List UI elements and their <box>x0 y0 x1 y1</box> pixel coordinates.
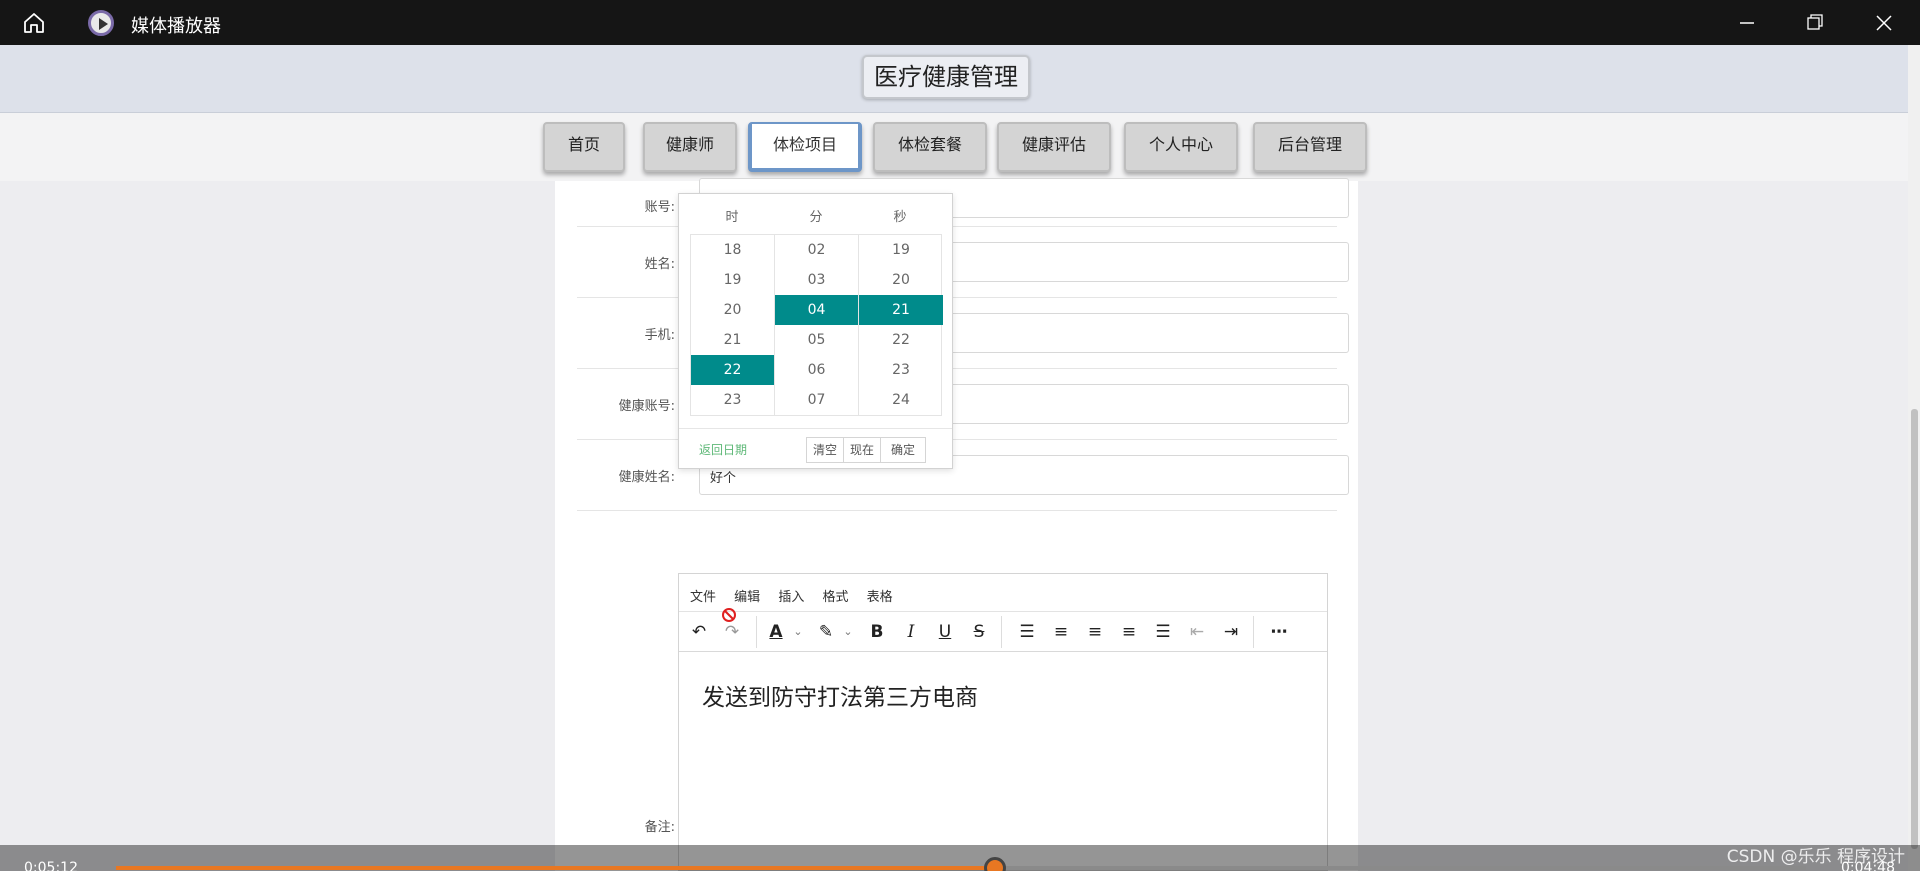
hour-header: 时 <box>725 210 739 225</box>
more-icon[interactable]: ⋯ <box>1267 620 1291 644</box>
undo-icon[interactable]: ↶ <box>687 620 711 644</box>
second-option[interactable]: 22 <box>859 325 943 355</box>
editor-menu-format[interactable]: 格式 <box>822 586 848 605</box>
editor-toolbar: ↶ ↷ A ⌄ ✎ ⌄ B I U S ☰ ≡ ≡ ≡ ☰ ⇤ ⇥ ⋯ <box>679 608 1327 652</box>
home-icon[interactable] <box>22 11 46 35</box>
hour-option[interactable]: 19 <box>691 265 774 295</box>
seek-bar-knob[interactable] <box>983 857 1006 871</box>
video-frame: 医疗健康管理 首页 健康师 体检项目 体检套餐 健康评估 个人中心 后台管理 账… <box>0 45 1920 871</box>
second-option[interactable]: 20 <box>859 265 943 295</box>
hour-option[interactable]: 18 <box>691 235 774 265</box>
minute-column[interactable]: 02 03 04 05 06 07 <box>775 235 859 415</box>
minute-option[interactable]: 02 <box>775 235 858 265</box>
toolbar-divider <box>756 616 757 648</box>
minute-option[interactable]: 05 <box>775 325 858 355</box>
redo-icon[interactable]: ↷ <box>720 620 744 644</box>
now-button[interactable]: 现在 <box>843 437 881 463</box>
minimize-button[interactable] <box>1732 8 1762 38</box>
hour-option[interactable]: 21 <box>691 325 774 355</box>
second-option[interactable]: 19 <box>859 235 943 265</box>
account-label: 账号: <box>644 200 675 215</box>
outdent-icon[interactable]: ⇤ <box>1185 620 1209 644</box>
minimize-icon <box>1740 22 1754 24</box>
page-scrollbar-thumb[interactable] <box>1911 409 1918 849</box>
bold-icon[interactable]: B <box>865 620 889 644</box>
editor-menu-insert[interactable]: 插入 <box>778 586 804 605</box>
italic-icon[interactable]: I <box>899 620 923 644</box>
second-option[interactable]: 24 <box>859 385 943 415</box>
site-title: 医疗健康管理 <box>862 55 1030 99</box>
phone-label: 手机: <box>644 328 675 343</box>
elapsed-time: 0:05:12 <box>24 860 78 871</box>
seek-bar[interactable] <box>116 857 1806 871</box>
minute-option[interactable]: 06 <box>775 355 858 385</box>
align-justify-icon[interactable]: ☰ <box>1151 620 1175 644</box>
restore-icon <box>1807 14 1823 30</box>
line-height-icon[interactable]: ☰ <box>1015 620 1039 644</box>
second-column[interactable]: 19 20 21 22 23 24 <box>859 235 943 415</box>
health-name-label: 健康姓名: <box>618 470 675 485</box>
chevron-down-icon[interactable]: ⌄ <box>786 620 810 644</box>
hour-option[interactable]: 20 <box>691 295 774 325</box>
back-to-date-link[interactable]: 返回日期 <box>699 441 747 458</box>
time-picker-columns: 18 19 20 21 22 23 02 03 04 05 06 07 19 20 21 22 23 24 <box>690 234 943 416</box>
time-picker-footer: 返回日期 清空 现在 确定 <box>679 428 952 468</box>
site-header: 医疗健康管理 <box>0 45 1908 113</box>
toolbar-divider <box>1253 616 1254 648</box>
name-label: 姓名: <box>644 257 675 272</box>
hour-option[interactable]: 22 <box>691 355 774 385</box>
player-controls: 0:05:12 0:04:48 <box>0 845 1920 871</box>
text-color-icon[interactable]: A <box>764 620 788 644</box>
remark-label: 备注: <box>644 820 675 835</box>
restore-button[interactable] <box>1800 8 1830 38</box>
close-icon <box>1876 15 1892 31</box>
title-bar: 媒体播放器 <box>0 0 1920 45</box>
indent-icon[interactable]: ⇥ <box>1219 620 1243 644</box>
second-header: 秒 <box>893 210 907 225</box>
close-button[interactable] <box>1869 8 1899 38</box>
toolbar-divider <box>1001 616 1002 648</box>
editor-menu-edit[interactable]: 编辑 <box>734 586 760 605</box>
highlight-color-icon[interactable]: ✎ <box>814 620 838 644</box>
time-picker-headers: 时 分 秒 <box>690 206 942 232</box>
minute-option[interactable]: 04 <box>775 295 858 325</box>
page-scrollbar[interactable] <box>1908 45 1920 871</box>
hour-column[interactable]: 18 19 20 21 22 23 <box>691 235 775 415</box>
editor-menu-table[interactable]: 表格 <box>867 586 893 605</box>
minute-header: 分 <box>809 210 823 225</box>
confirm-button[interactable]: 确定 <box>880 437 926 463</box>
rich-text-editor: 文件 编辑 插入 格式 表格 ↶ ↷ A ⌄ ✎ ⌄ B I U S ☰ ≡ ≡ <box>678 573 1328 871</box>
time-picker: 时 分 秒 18 19 20 21 22 23 02 03 04 05 06 07 19 20 21 22… <box>678 193 953 469</box>
hour-option[interactable]: 23 <box>691 385 774 415</box>
editor-menubar: 文件 编辑 插入 格式 表格 <box>679 574 1327 612</box>
underline-icon[interactable]: U <box>933 620 957 644</box>
align-left-icon[interactable]: ≡ <box>1049 620 1073 644</box>
second-option[interactable]: 21 <box>859 295 943 325</box>
minute-option[interactable]: 03 <box>775 265 858 295</box>
watermark: CSDN @乐乐 程序设计 <box>1726 847 1905 867</box>
minute-option[interactable]: 07 <box>775 385 858 415</box>
align-center-icon[interactable]: ≡ <box>1083 620 1107 644</box>
second-option[interactable]: 23 <box>859 355 943 385</box>
editor-content[interactable]: 发送到防守打法第三方电商 <box>679 652 1327 738</box>
align-right-icon[interactable]: ≡ <box>1117 620 1141 644</box>
media-player-app-icon <box>88 10 114 36</box>
seek-bar-fill <box>116 866 995 870</box>
disabled-cursor-icon <box>722 608 736 622</box>
window-title: 媒体播放器 <box>131 16 221 37</box>
editor-menu-file[interactable]: 文件 <box>690 586 716 605</box>
clear-button[interactable]: 清空 <box>806 437 844 463</box>
health-account-label: 健康账号: <box>618 399 675 414</box>
chevron-down-icon[interactable]: ⌄ <box>836 620 860 644</box>
strikethrough-icon[interactable]: S <box>967 620 991 644</box>
